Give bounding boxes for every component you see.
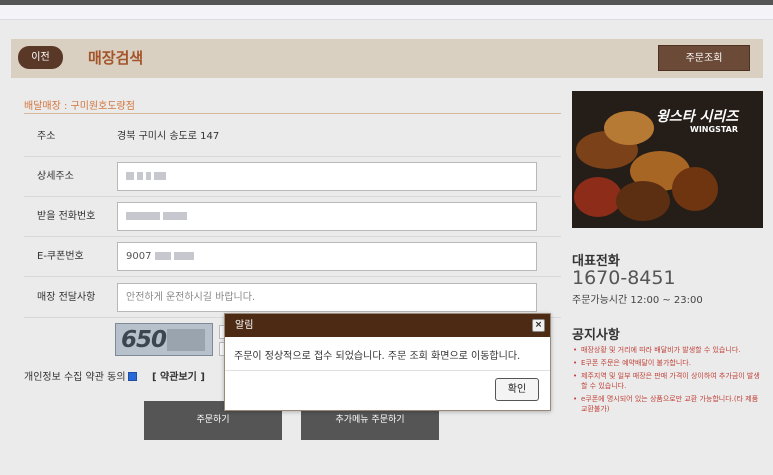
notice-item: e쿠폰에 명시되어 있는 상품으로만 교환 가능합니다.(타 제품 교환불가) bbox=[572, 394, 763, 414]
ecoupon-label: E-쿠폰번호 bbox=[37, 251, 84, 262]
redacted-text bbox=[154, 252, 171, 260]
notice-item: 제주지역 및 일부 매장은 판매 가격이 상이하여 추가금이 발생할 수 있습니… bbox=[572, 371, 763, 391]
chicken-image bbox=[672, 167, 718, 211]
address-label: 주소 bbox=[37, 131, 56, 142]
chicken-image bbox=[604, 111, 654, 145]
phone-label: 받을 전화번호 bbox=[37, 211, 96, 222]
captcha-image: 650 bbox=[115, 323, 213, 356]
rep-phone-number: 1670-8451 bbox=[572, 267, 676, 289]
chicken-image bbox=[616, 181, 670, 221]
address-value: 경북 구미시 송도로 147 bbox=[117, 131, 220, 142]
redacted-text bbox=[126, 212, 160, 220]
address-row: 주소 경북 구미시 송도로 147 bbox=[24, 116, 561, 157]
store-divider bbox=[24, 113, 561, 114]
banner-title: 윙스타 시리즈 bbox=[656, 109, 739, 125]
redacted-text bbox=[137, 172, 143, 180]
top-strip bbox=[0, 5, 773, 20]
store-message-row: 매장 전달사항 안전하게 운전하시길 바랍니다. bbox=[24, 277, 561, 318]
page-header: 이전 매장검색 주문조회 bbox=[11, 39, 763, 78]
redacted-text bbox=[173, 252, 194, 260]
privacy-consent-label: 개인정보 수집 약관 동의 bbox=[24, 372, 126, 383]
captcha-text: 650 bbox=[121, 327, 167, 353]
page-title: 매장검색 bbox=[88, 49, 144, 67]
phone-row: 받을 전화번호 bbox=[24, 196, 561, 237]
dialog-message: 주문이 정상적으로 접수 되었습니다. 주문 조회 화면으로 이동합니다. bbox=[234, 351, 521, 362]
chicken-image bbox=[574, 177, 622, 217]
back-button[interactable]: 이전 bbox=[18, 46, 63, 69]
phone-input[interactable] bbox=[117, 202, 537, 231]
view-terms-link[interactable]: [ 약관보기 ] bbox=[152, 368, 205, 383]
dialog-divider bbox=[225, 370, 550, 371]
ecoupon-input[interactable]: 9007 bbox=[117, 242, 537, 271]
notice-item: 매장상황 및 거리에 따라 배달비가 발생할 수 있습니다. bbox=[572, 345, 763, 355]
notice-list: 매장상황 및 거리에 따라 배달비가 발생할 수 있습니다. E쿠폰 주문은 예… bbox=[572, 345, 763, 417]
alert-dialog: 알림 × 주문이 정상적으로 접수 되었습니다. 주문 조회 화면으로 이동합니… bbox=[224, 313, 551, 411]
captcha-redacted bbox=[167, 329, 205, 351]
dialog-header: 알림 × bbox=[225, 314, 550, 337]
redacted-text bbox=[146, 172, 151, 180]
notice-title: 공지사항 bbox=[572, 328, 620, 343]
redacted-text bbox=[126, 172, 134, 180]
notice-item: E쿠폰 주문은 예약배달이 불가합니다. bbox=[572, 358, 763, 368]
privacy-consent-checkbox[interactable] bbox=[127, 372, 137, 381]
store-message-label: 매장 전달사항 bbox=[37, 292, 96, 303]
detail-address-label: 상세주소 bbox=[37, 171, 74, 182]
ecoupon-row: E-쿠폰번호 9007 bbox=[24, 236, 561, 277]
wingstar-banner[interactable]: 윙스타 시리즈 WINGSTAR bbox=[572, 91, 763, 228]
redacted-text bbox=[154, 172, 166, 180]
close-icon[interactable]: × bbox=[532, 319, 545, 332]
privacy-consent: 개인정보 수집 약관 동의 bbox=[24, 368, 137, 383]
redacted-text bbox=[163, 212, 187, 220]
dialog-title: 알림 bbox=[235, 320, 254, 331]
order-check-button[interactable]: 주문조회 bbox=[658, 45, 750, 71]
store-message-input[interactable]: 안전하게 운전하시길 바랍니다. bbox=[117, 283, 537, 312]
ok-button[interactable]: 확인 bbox=[495, 378, 539, 401]
ecoupon-value: 9007 bbox=[126, 251, 152, 262]
banner-subtitle: WINGSTAR bbox=[690, 125, 739, 134]
order-hours: 주문가능시간 12:00 ~ 23:00 bbox=[572, 295, 703, 306]
detail-address-input[interactable] bbox=[117, 162, 537, 191]
delivery-store-label: 배달매장 : 구미원호도량점 bbox=[24, 101, 135, 112]
detail-address-row: 상세주소 bbox=[24, 156, 561, 197]
